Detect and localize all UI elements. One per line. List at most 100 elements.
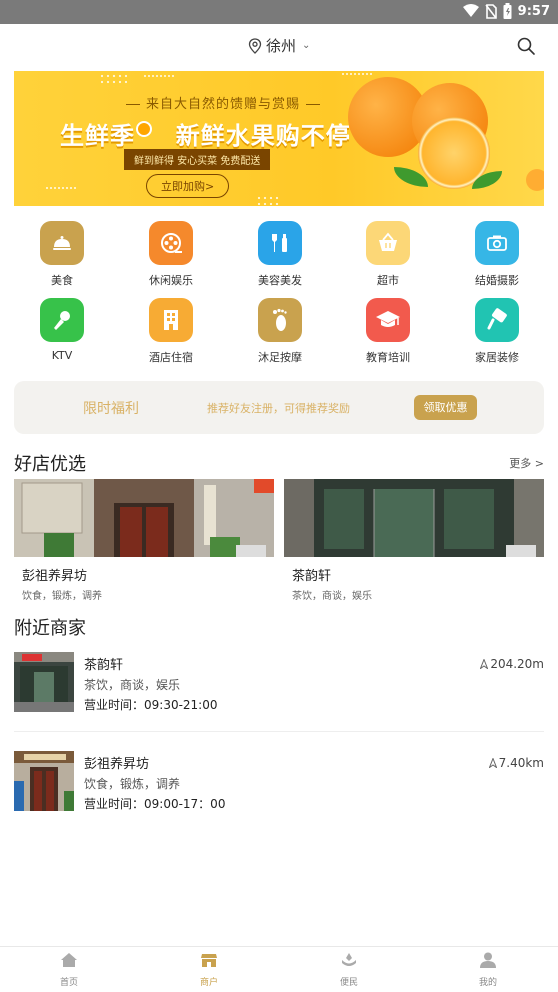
category-foot-massage[interactable]: 沐足按摩 — [240, 298, 320, 365]
banner-headline: 生鲜季 新鲜水果购不停 — [60, 116, 351, 151]
camera-icon — [475, 221, 519, 265]
shop-hours: 营业时间：09:00-17：00 — [84, 797, 226, 811]
shop-name: 彭祖养昇坊 — [22, 569, 88, 584]
tab-profile[interactable]: 我的 — [448, 951, 528, 988]
category-label: 结婚摄影 — [475, 274, 519, 287]
banner-headline-left: 生鲜季 — [60, 122, 135, 150]
shop-name: 茶韵轩 — [84, 658, 124, 673]
search-icon[interactable] — [516, 36, 536, 56]
film-reel-icon — [149, 221, 193, 265]
list-divider — [14, 731, 544, 732]
top-header: 徐州 ⌄ — [0, 24, 558, 68]
category-education[interactable]: 教育培训 — [348, 298, 428, 365]
wifi-icon — [462, 4, 479, 17]
offer-description: 推荐好友注册，可得推荐奖励 — [207, 402, 350, 415]
decor-dots — [99, 73, 127, 87]
category-label: 美食 — [51, 274, 73, 287]
tab-convenience[interactable]: 便民 — [309, 951, 389, 988]
distance-icon — [488, 758, 497, 768]
no-sim-icon — [485, 3, 497, 19]
tab-merchants[interactable]: 商户 — [169, 951, 249, 988]
user-icon — [480, 952, 496, 968]
status-bar: 9:57 — [0, 0, 558, 24]
banner-tagline: 鲜到鲜得 安心买菜 免费配送 — [124, 149, 271, 170]
store-icon — [201, 954, 217, 967]
category-food[interactable]: 美食 — [22, 221, 102, 288]
shop-tags: 茶饮，商谈，娱乐 — [292, 591, 372, 602]
basket-icon — [366, 221, 410, 265]
category-label: KTV — [51, 349, 73, 362]
category-ktv[interactable]: KTV — [22, 298, 102, 362]
shop-tags: 茶饮，商谈，娱乐 — [84, 678, 181, 692]
promo-banner[interactable]: 来自大自然的馈赠与赏赐 生鲜季 新鲜水果购不停 鲜到鲜得 安心买菜 免费配送 立… — [14, 71, 544, 206]
convenience-icon — [342, 953, 356, 966]
category-leisure[interactable]: 休闲娱乐 — [131, 221, 211, 288]
decor-wave — [46, 187, 76, 197]
featured-shop-card[interactable]: 茶韵轩 茶饮，商谈，娱乐 — [284, 479, 544, 605]
category-supermarket[interactable]: 超市 — [348, 221, 428, 288]
tab-label: 首页 — [59, 978, 78, 988]
category-label: 酒店住宿 — [149, 351, 193, 364]
category-beauty[interactable]: 美容美发 — [240, 221, 320, 288]
nearby-shop-item[interactable]: 彭祖养昇坊 饮食，锻炼，调养 营业时间：09:00-17：00 7.40km — [14, 751, 544, 813]
battery-icon — [503, 3, 512, 19]
tab-label: 便民 — [339, 978, 358, 988]
graduation-cap-icon — [366, 298, 410, 342]
orange-dot-icon — [136, 121, 152, 137]
shop-hours: 营业时间：09:30-21:00 — [84, 698, 218, 712]
shop-photo — [14, 479, 274, 557]
shop-distance: 7.40km — [488, 756, 544, 770]
location-pin-icon — [248, 37, 262, 54]
shop-name: 彭祖养昇坊 — [84, 757, 150, 772]
featured-shop-card[interactable]: 彭祖养昇坊 饮食，锻炼，调养 — [14, 479, 274, 605]
category-label: 休闲娱乐 — [149, 274, 193, 287]
shop-tags: 饮食，锻炼，调养 — [22, 591, 102, 602]
shop-photo — [284, 479, 544, 557]
claim-offer-button[interactable]: 领取优惠 — [414, 395, 477, 420]
home-icon — [61, 953, 77, 967]
nearby-shop-item[interactable]: 茶韵轩 茶饮，商谈，娱乐 营业时间：09:30-21:00 204.20m — [14, 652, 544, 714]
shop-distance: 204.20m — [480, 657, 544, 671]
beauty-icon — [258, 221, 302, 265]
category-label: 家居装修 — [475, 351, 519, 364]
banner-headline-right: 新鲜水果购不停 — [175, 122, 351, 150]
distance-value: 204.20m — [490, 657, 544, 671]
tab-label: 我的 — [478, 978, 497, 988]
category-home-decor[interactable]: 家居装修 — [457, 298, 537, 365]
paint-roller-icon — [475, 298, 519, 342]
banner-cta-button[interactable]: 立即加购> — [146, 174, 230, 198]
decor-wave — [144, 75, 174, 85]
decor-dots — [256, 195, 280, 205]
hotel-icon — [149, 298, 193, 342]
decor-circle — [526, 169, 544, 191]
shop-thumbnail — [14, 751, 74, 811]
city-name: 徐州 — [266, 37, 297, 55]
tab-home[interactable]: 首页 — [29, 951, 109, 988]
category-label: 沐足按摩 — [258, 351, 302, 364]
distance-icon — [480, 659, 489, 669]
chevron-down-icon: ⌄ — [302, 40, 311, 51]
category-label: 超市 — [377, 274, 399, 287]
footprint-icon — [258, 298, 302, 342]
banner-subtitle: 来自大自然的馈赠与赏赐 — [120, 93, 326, 112]
city-selector[interactable]: 徐州 ⌄ — [248, 35, 310, 56]
microphone-icon — [40, 298, 84, 342]
shop-tags: 饮食，锻炼，调养 — [84, 777, 181, 791]
status-icons: 9:57 — [462, 3, 550, 19]
distance-value: 7.40km — [498, 756, 544, 770]
status-time: 9:57 — [517, 3, 550, 19]
category-hotel[interactable]: 酒店住宿 — [131, 298, 211, 365]
tab-label: 商户 — [199, 978, 218, 988]
shop-thumbnail — [14, 652, 74, 712]
offer-title: 限时福利 — [83, 401, 139, 417]
category-label: 教育培训 — [366, 351, 410, 364]
food-cloche-icon — [40, 221, 84, 265]
category-wedding-photo[interactable]: 结婚摄影 — [457, 221, 537, 288]
more-link[interactable]: 更多 > — [509, 455, 544, 471]
bottom-tab-bar: 首页 商户 便民 我的 — [0, 946, 558, 992]
shop-name: 茶韵轩 — [292, 569, 332, 584]
limited-offer-card[interactable]: 限时福利 推荐好友注册，可得推荐奖励 领取优惠 — [14, 381, 544, 434]
nearby-section-title: 附近商家 — [14, 618, 86, 639]
featured-section-title: 好店优选 — [14, 454, 86, 475]
category-label: 美容美发 — [258, 274, 302, 287]
